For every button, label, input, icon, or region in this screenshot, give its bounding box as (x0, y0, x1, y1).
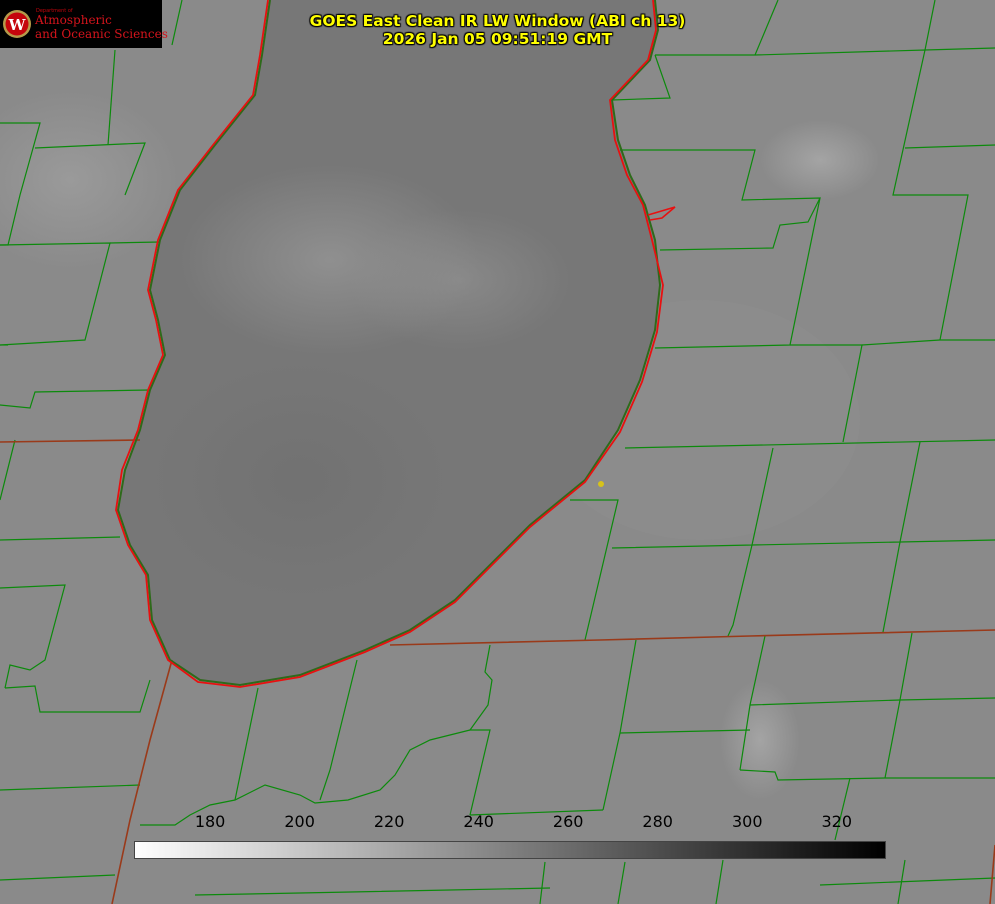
colorbar-tick-labels: 180 200 220 240 260 280 300 320 (0, 812, 995, 834)
colorbar-tick-label: 280 (642, 812, 673, 831)
location-marker (598, 481, 604, 487)
colorbar-tick-label: 240 (463, 812, 494, 831)
colorbar-tick-label: 180 (194, 812, 226, 831)
colorbar-tick-label: 300 (731, 812, 763, 831)
colorbar-tick-label: 220 (373, 812, 405, 831)
image-title: GOES East Clean IR LW Window (ABI ch 13) (309, 12, 686, 30)
colorbar-tick-label: 260 (552, 812, 584, 831)
colorbar-tick-label: 320 (821, 812, 853, 831)
image-timestamp: 2026 Jan 05 09:51:19 GMT (382, 30, 613, 48)
colorbar (134, 841, 886, 859)
satellite-imagery-map (0, 0, 995, 904)
colorbar-tick-label: 200 (284, 812, 315, 831)
